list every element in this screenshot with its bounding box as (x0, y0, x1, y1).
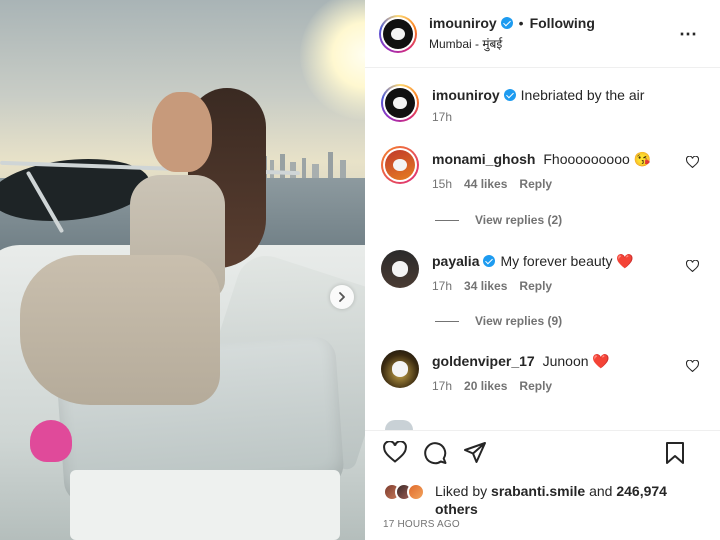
person-head (152, 92, 212, 172)
comment-text: Fhooooooooo 😘 (543, 151, 652, 167)
person-legs (20, 255, 220, 405)
view-replies-label: View replies (2) (475, 213, 563, 227)
person-shoe (30, 420, 72, 462)
avatar[interactable] (381, 350, 419, 388)
comment-username[interactable]: goldenviper_17 (432, 353, 535, 369)
likes-summary: Liked by srabanti.smile and 246,974 othe… (383, 482, 713, 518)
seat-base (70, 470, 340, 540)
liker-username[interactable]: srabanti.smile (491, 483, 585, 499)
post-photo[interactable] (0, 0, 365, 540)
post-header: imouniroy • Following Mumbai - मुंबई ⋯ (365, 0, 720, 68)
likes-count[interactable]: 246,974 (616, 483, 667, 499)
avatar[interactable] (381, 84, 419, 122)
comment-time: 15h (432, 177, 453, 191)
liker-avatars[interactable] (383, 483, 425, 501)
avatar[interactable] (381, 250, 419, 288)
post-side-panel: imouniroy • Following Mumbai - मुंबई ⋯ i… (365, 0, 720, 540)
next-comment-avatar-peek (385, 420, 413, 430)
comment-item: monami_ghosh Fhooooooooo 😘 15h 44 likes … (381, 146, 711, 191)
liked-by-prefix: Liked by (435, 483, 488, 499)
likes-text: Liked by srabanti.smile and 246,974 othe… (435, 482, 713, 518)
sun-glare (300, 0, 365, 120)
avatar (407, 483, 425, 501)
comment-icon[interactable] (423, 441, 447, 465)
avatar[interactable] (381, 146, 419, 184)
bookmark-icon[interactable] (665, 441, 685, 465)
comment-item: goldenviper_17 Junoon ❤️ 17h 20 likes Re… (381, 350, 711, 393)
likes-and: and (589, 483, 613, 499)
verified-badge-icon (483, 255, 496, 267)
post-timestamp[interactable]: 17 HOURS AGO (383, 519, 460, 530)
caption-username[interactable]: imouniroy (432, 87, 500, 103)
comment-likes[interactable]: 34 likes (464, 279, 507, 293)
comment-username[interactable]: payalia (432, 253, 479, 269)
comment-time: 17h (432, 379, 453, 393)
caption-text: Inebriated by the air (520, 87, 645, 103)
share-icon[interactable] (463, 441, 487, 465)
more-icon[interactable]: ⋯ (679, 24, 698, 45)
divider-line (435, 219, 459, 221)
reply-button[interactable]: Reply (519, 379, 552, 393)
separator-dot: • (518, 15, 524, 31)
author-username[interactable]: imouniroy (429, 15, 497, 31)
view-replies-button[interactable]: View replies (9) (435, 314, 562, 328)
comment-text: Junoon ❤️ (542, 353, 610, 369)
heart-icon[interactable] (383, 441, 407, 463)
action-bar (365, 430, 720, 476)
verified-badge-icon (500, 17, 513, 29)
caption-time: 17h (432, 110, 453, 124)
heart-icon[interactable] (686, 156, 699, 168)
comment-username[interactable]: monami_ghosh (432, 151, 535, 167)
comment-text: My forever beauty ❤️ (500, 253, 634, 269)
caption: imouniroy Inebriated by the air 17h (381, 84, 711, 124)
reply-button[interactable]: Reply (519, 279, 552, 293)
comment-likes[interactable]: 44 likes (464, 177, 507, 191)
comment-time: 17h (432, 279, 453, 293)
comment-likes[interactable]: 20 likes (464, 379, 507, 393)
reply-button[interactable]: Reply (519, 177, 552, 191)
avatar[interactable] (379, 14, 417, 53)
following-button[interactable]: Following (530, 15, 595, 31)
view-replies-label: View replies (9) (475, 314, 563, 328)
view-replies-button[interactable]: View replies (2) (435, 213, 562, 227)
comment-item: payalia My forever beauty ❤️ 17h 34 likes… (381, 250, 711, 293)
comments-list[interactable]: imouniroy Inebriated by the air 17h monam… (365, 68, 720, 430)
next-photo-button[interactable] (330, 285, 354, 309)
verified-badge-icon (503, 89, 516, 101)
heart-icon[interactable] (686, 360, 699, 372)
city-skyline (262, 152, 346, 180)
chevron-right-icon (339, 292, 345, 302)
heart-icon[interactable] (686, 260, 699, 272)
likes-others[interactable]: others (435, 501, 478, 517)
location-link[interactable]: Mumbai - मुंबई (429, 35, 595, 52)
divider-line (435, 320, 459, 322)
